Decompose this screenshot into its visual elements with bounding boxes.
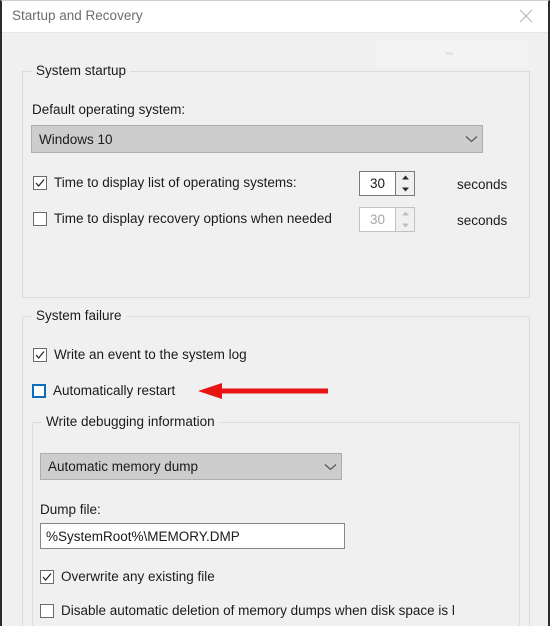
timeout-recovery-value: 30	[359, 207, 395, 232]
disable-deletion-checkbox-row[interactable]: Disable automatic deletion of memory dum…	[40, 603, 500, 618]
default-os-dropdown[interactable]: Windows 10	[31, 125, 483, 153]
default-os-value: Windows 10	[39, 131, 113, 147]
close-icon	[519, 9, 533, 23]
timeout-recovery-checkbox[interactable]	[33, 211, 47, 226]
timeout-recovery-spinner: 30	[359, 207, 415, 232]
spin-down-icon	[396, 220, 414, 232]
timeout-recovery-units: seconds	[457, 213, 508, 228]
disable-deletion-checkbox[interactable]	[40, 603, 54, 618]
overwrite-checkbox-row[interactable]: Overwrite any existing file	[40, 569, 215, 584]
spin-up-icon	[396, 208, 414, 220]
check-icon	[35, 178, 45, 187]
timeout-recovery-label: Time to display recovery options when ne…	[54, 211, 332, 226]
startup-and-recovery-dialog: Startup and Recovery System startup Defa…	[0, 0, 550, 626]
auto-restart-label: Automatically restart	[53, 383, 176, 398]
check-icon	[42, 572, 52, 581]
background-panel-fragment	[376, 40, 528, 66]
timeout-os-checkbox[interactable]	[33, 175, 47, 190]
timeout-os-units: seconds	[457, 177, 508, 192]
timeout-os-value[interactable]: 30	[359, 171, 395, 196]
auto-restart-checkbox-row[interactable]: Automatically restart	[32, 383, 175, 398]
timeout-recovery-checkbox-row[interactable]: Time to display recovery options when ne…	[33, 211, 332, 226]
spin-down-icon[interactable]	[396, 184, 414, 196]
write-debugging-legend: Write debugging information	[42, 414, 219, 429]
system-startup-legend: System startup	[32, 63, 131, 78]
dump-file-value: %SystemRoot%\MEMORY.DMP	[46, 528, 240, 544]
panel-dot	[446, 52, 453, 55]
chevron-down-icon	[460, 135, 482, 143]
auto-restart-checkbox[interactable]	[32, 383, 46, 398]
timeout-os-spin-buttons[interactable]	[395, 171, 415, 196]
disable-deletion-label: Disable automatic deletion of memory dum…	[61, 603, 455, 618]
timeout-os-label: Time to display list of operating system…	[54, 175, 297, 190]
spin-up-icon[interactable]	[396, 172, 414, 184]
dump-file-label: Dump file:	[40, 502, 101, 517]
overwrite-checkbox[interactable]	[40, 569, 54, 584]
default-os-label: Default operating system:	[32, 102, 186, 117]
write-event-label: Write an event to the system log	[54, 347, 247, 362]
timeout-os-checkbox-row[interactable]: Time to display list of operating system…	[33, 175, 297, 190]
dump-type-value: Automatic memory dump	[48, 459, 199, 474]
timeout-os-spinner[interactable]: 30	[359, 171, 415, 196]
title-bar: Startup and Recovery	[2, 1, 548, 33]
overwrite-label: Overwrite any existing file	[61, 569, 215, 584]
dump-file-input[interactable]: %SystemRoot%\MEMORY.DMP	[40, 523, 345, 549]
timeout-recovery-spin-buttons	[395, 207, 415, 232]
dump-type-dropdown[interactable]: Automatic memory dump	[40, 453, 342, 480]
write-event-checkbox[interactable]	[33, 347, 47, 362]
system-failure-legend: System failure	[32, 308, 126, 323]
write-event-checkbox-row[interactable]: Write an event to the system log	[33, 347, 247, 362]
close-button[interactable]	[504, 1, 548, 31]
chevron-down-icon	[319, 463, 341, 471]
check-icon	[35, 350, 45, 359]
window-title: Startup and Recovery	[12, 8, 143, 23]
